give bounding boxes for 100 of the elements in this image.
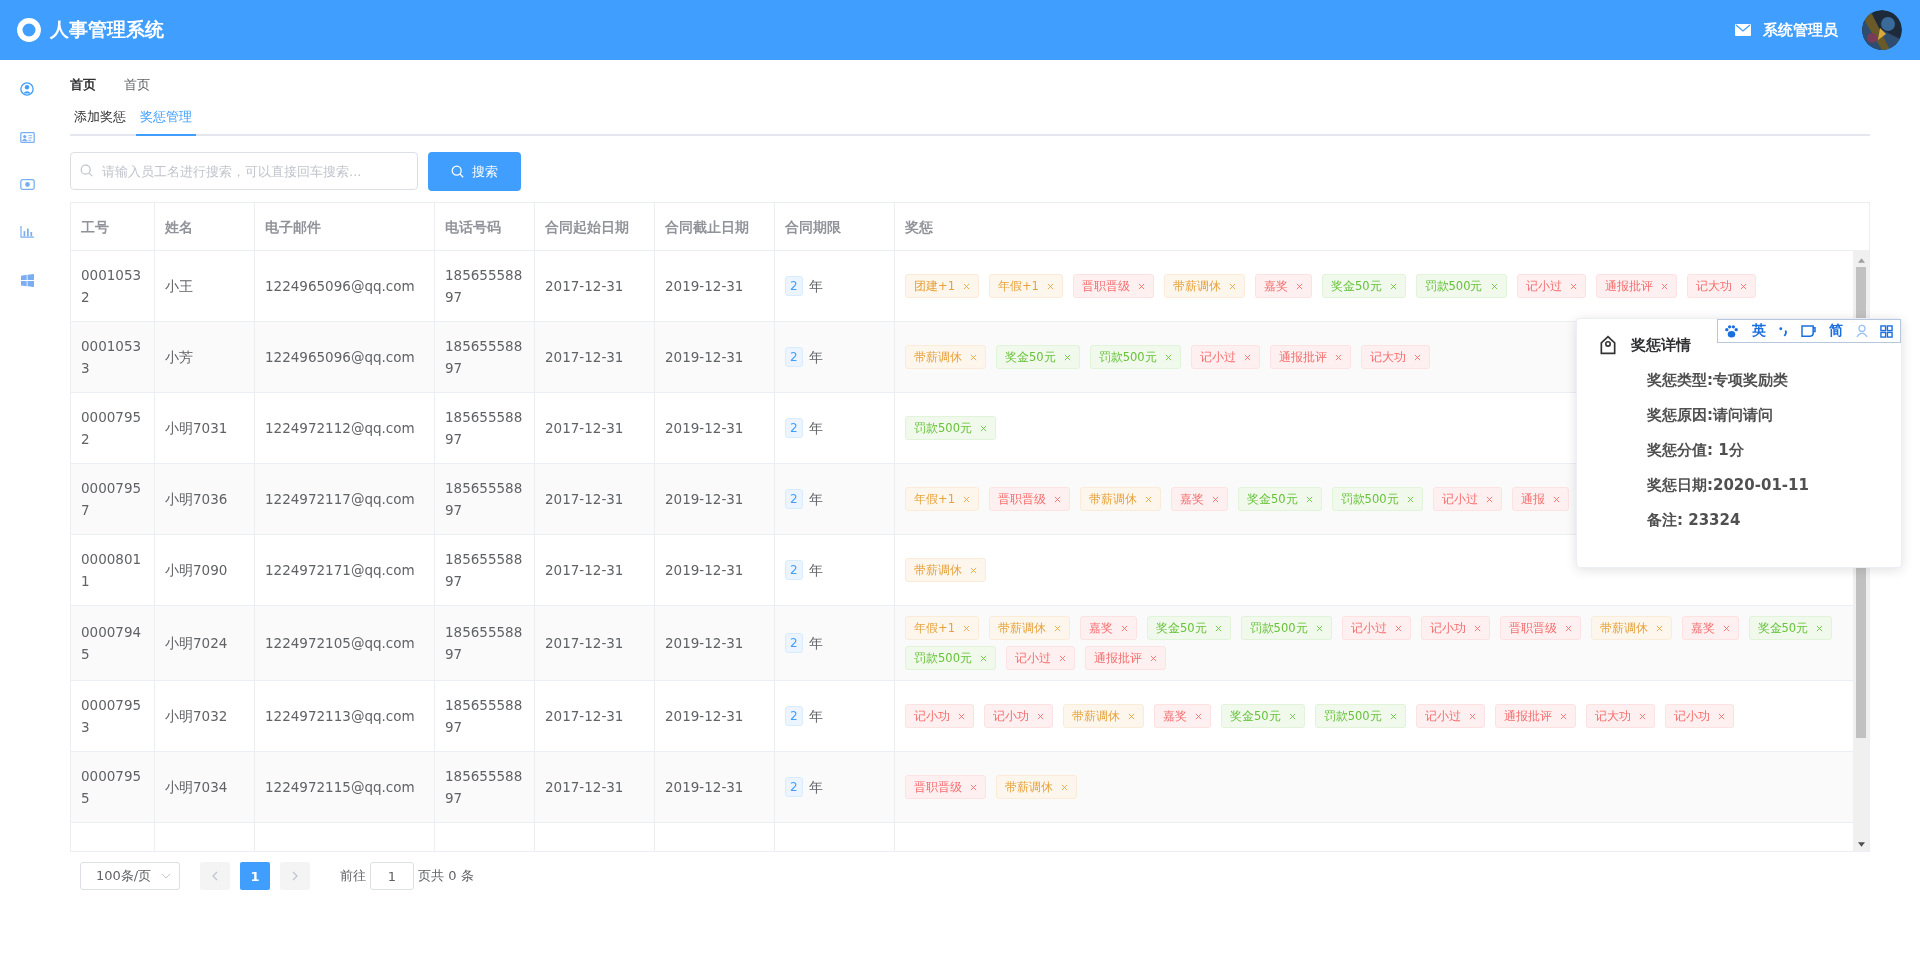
- close-icon[interactable]: [979, 424, 987, 432]
- reward-tag[interactable]: 嘉奖: [1681, 616, 1739, 640]
- reward-tag[interactable]: 带薪调休: [1063, 704, 1144, 728]
- tab[interactable]: 添加奖惩: [70, 108, 130, 136]
- close-icon[interactable]: [979, 654, 987, 662]
- close-icon[interactable]: [1128, 712, 1135, 720]
- close-icon[interactable]: [1053, 495, 1061, 503]
- close-icon[interactable]: [1739, 282, 1747, 290]
- close-icon[interactable]: [1211, 495, 1219, 503]
- close-icon[interactable]: [1413, 353, 1421, 361]
- close-icon[interactable]: [1288, 712, 1296, 720]
- reward-tag[interactable]: 罚款500元: [1089, 345, 1181, 369]
- reward-tag[interactable]: 通报批评: [1595, 274, 1677, 298]
- close-icon[interactable]: [1061, 783, 1068, 791]
- close-icon[interactable]: [1473, 624, 1481, 632]
- close-icon[interactable]: [970, 353, 977, 361]
- close-icon[interactable]: [1243, 353, 1251, 361]
- reward-tag[interactable]: 记小功: [905, 704, 974, 728]
- close-icon[interactable]: [1564, 624, 1572, 632]
- close-icon[interactable]: [1406, 495, 1414, 503]
- reward-tag[interactable]: 嘉奖: [1254, 274, 1312, 298]
- search-field[interactable]: 请输入员工名进行搜索，可以直接回车搜索...: [70, 152, 418, 190]
- reward-tag[interactable]: 罚款500元: [1314, 704, 1406, 728]
- close-icon[interactable]: [970, 783, 977, 791]
- reward-tag[interactable]: 记小功: [1420, 616, 1490, 640]
- tab[interactable]: 奖惩管理: [136, 108, 196, 136]
- reward-tag[interactable]: 团建+1: [905, 274, 979, 298]
- close-icon[interactable]: [1552, 495, 1560, 503]
- reward-tag[interactable]: 带薪调休: [905, 345, 986, 369]
- close-icon[interactable]: [1638, 712, 1646, 720]
- close-icon[interactable]: [1468, 712, 1476, 720]
- reward-tag[interactable]: 带薪调休: [1079, 487, 1161, 511]
- reward-tag[interactable]: 记大功: [1686, 274, 1756, 298]
- reward-tag[interactable]: 晋职晋级: [1499, 616, 1581, 640]
- reward-tag[interactable]: 记小过: [1432, 487, 1502, 511]
- close-icon[interactable]: [1053, 624, 1061, 632]
- page-size-select[interactable]: 100条/页: [80, 862, 180, 890]
- paw-icon[interactable]: [1724, 323, 1740, 339]
- reward-tag[interactable]: 奖金50元: [1237, 487, 1322, 511]
- reward-tag[interactable]: 记小功: [984, 704, 1053, 728]
- close-icon[interactable]: [970, 566, 977, 574]
- reward-tag[interactable]: 记小过: [1341, 616, 1411, 640]
- reward-tag[interactable]: 嘉奖: [1154, 704, 1211, 728]
- sidebar-chart-icon[interactable]: [20, 226, 34, 238]
- close-icon[interactable]: [1120, 624, 1128, 632]
- scroll-up-icon[interactable]: [1857, 258, 1865, 263]
- close-icon[interactable]: [962, 282, 970, 290]
- scroll-down-icon[interactable]: [1857, 842, 1865, 847]
- reward-tag[interactable]: 罚款500元: [1240, 616, 1332, 640]
- close-icon[interactable]: [1717, 712, 1725, 720]
- reward-tag[interactable]: 记小功: [1664, 704, 1734, 728]
- user-name[interactable]: 系统管理员: [1763, 20, 1838, 40]
- reward-tag[interactable]: 带薪调休: [988, 616, 1070, 640]
- reward-tag[interactable]: 记小过: [1415, 704, 1485, 728]
- sidebar-windows-icon[interactable]: [20, 274, 34, 287]
- close-icon[interactable]: [1655, 624, 1663, 632]
- punctuation-icon[interactable]: [1779, 324, 1789, 338]
- close-icon[interactable]: [1485, 495, 1493, 503]
- reward-tag[interactable]: 嘉奖: [1170, 487, 1228, 511]
- close-icon[interactable]: [1295, 282, 1303, 290]
- sidebar-card-icon[interactable]: [19, 132, 35, 143]
- reward-tag[interactable]: 记小过: [1516, 274, 1586, 298]
- close-icon[interactable]: [1164, 353, 1172, 361]
- cup-icon[interactable]: [1800, 324, 1816, 338]
- close-icon[interactable]: [1037, 712, 1044, 720]
- close-icon[interactable]: [1394, 624, 1402, 632]
- close-icon[interactable]: [1305, 495, 1313, 503]
- reward-tag[interactable]: 奖金50元: [996, 345, 1080, 369]
- close-icon[interactable]: [1137, 282, 1145, 290]
- reward-tag[interactable]: 年假+1: [905, 616, 979, 640]
- reward-tag[interactable]: 带薪调休: [996, 775, 1077, 799]
- close-icon[interactable]: [1722, 624, 1730, 632]
- page-number[interactable]: 1: [240, 862, 270, 890]
- user-icon[interactable]: [1855, 324, 1868, 338]
- reward-tag[interactable]: 晋职晋级: [988, 487, 1070, 511]
- reward-tag[interactable]: 奖金50元: [1321, 274, 1406, 298]
- close-icon[interactable]: [1660, 282, 1668, 290]
- reward-tag[interactable]: 带薪调休: [1590, 616, 1672, 640]
- close-icon[interactable]: [1046, 282, 1054, 290]
- page-input[interactable]: 1: [370, 862, 414, 890]
- reward-tag[interactable]: 通报批评: [1084, 646, 1166, 670]
- reward-tag[interactable]: 奖金50元: [1748, 616, 1833, 640]
- reward-tag[interactable]: 晋职晋级: [905, 775, 986, 799]
- sidebar-money-icon[interactable]: [19, 179, 35, 190]
- close-icon[interactable]: [1569, 282, 1577, 290]
- search-button[interactable]: 搜索: [428, 152, 521, 191]
- close-icon[interactable]: [1228, 282, 1236, 290]
- close-icon[interactable]: [1389, 282, 1397, 290]
- close-icon[interactable]: [1816, 624, 1824, 632]
- reward-tag[interactable]: 通报批评: [1269, 345, 1351, 369]
- reward-tag[interactable]: 罚款500元: [1331, 487, 1423, 511]
- close-icon[interactable]: [1334, 353, 1342, 361]
- close-icon[interactable]: [1058, 654, 1066, 662]
- reward-tag[interactable]: 奖金50元: [1221, 704, 1305, 728]
- close-icon[interactable]: [1389, 712, 1397, 720]
- close-icon[interactable]: [1490, 282, 1498, 290]
- close-icon[interactable]: [1144, 495, 1152, 503]
- reward-tag[interactable]: 奖金50元: [1146, 616, 1231, 640]
- close-icon[interactable]: [1315, 624, 1323, 632]
- close-icon[interactable]: [1149, 654, 1157, 662]
